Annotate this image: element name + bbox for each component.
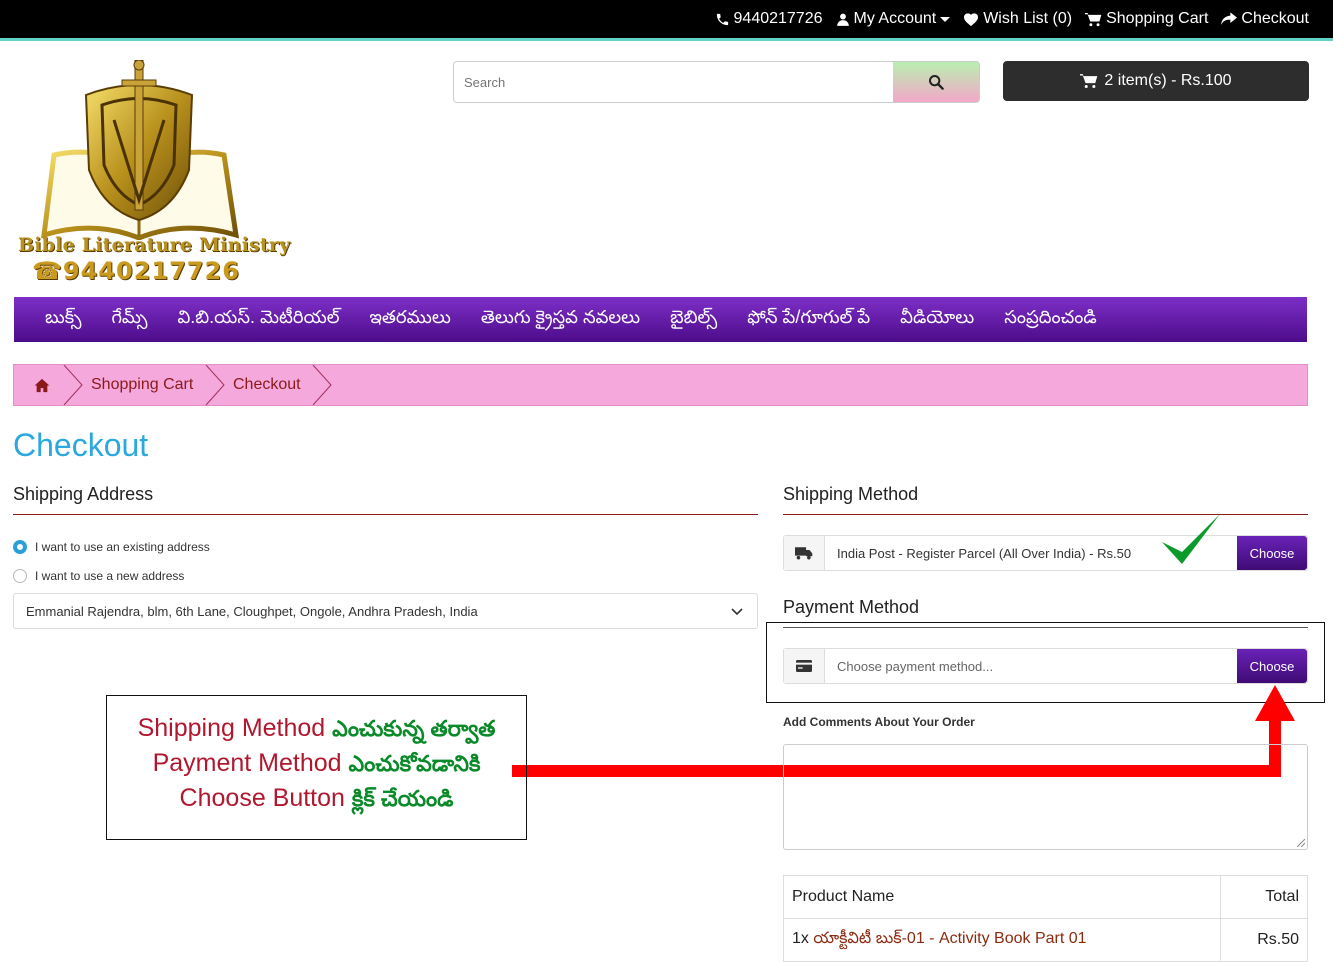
breadcrumb-checkout[interactable]: Checkout	[233, 365, 301, 405]
logo-name: Bible Literature Ministry	[18, 234, 291, 256]
existing-address-label: I want to use an existing address	[35, 540, 210, 554]
phone-number: 9440217726	[733, 10, 823, 27]
heart-icon	[964, 12, 979, 26]
wishlist-label: Wish List (0)	[983, 10, 1073, 27]
checkout-label: Checkout	[1241, 10, 1309, 27]
truck-icon	[784, 536, 825, 570]
chevron-down-icon	[731, 608, 743, 616]
nav-item-novels[interactable]: తెలుగు క్రైస్తవ నవలలు	[481, 307, 640, 332]
my-account-label: My Account	[853, 10, 937, 27]
logo-emblem-icon	[41, 60, 240, 240]
search-icon	[929, 75, 944, 90]
new-address-option[interactable]: I want to use a new address	[13, 569, 184, 583]
page-title: Checkout	[13, 427, 149, 463]
phone-icon	[716, 13, 728, 25]
shipping-address-divider	[13, 514, 758, 515]
checkmark-icon	[1162, 514, 1220, 564]
nav-item-others[interactable]: ఇతరములు	[370, 307, 451, 332]
nav-item-bibles[interactable]: బైబిల్స్	[670, 307, 717, 332]
top-bar: 9440217726 My Account Wish List (0) Shop…	[0, 0, 1333, 41]
payment-method-group: Choose payment method... Choose	[783, 648, 1308, 684]
callout-line3-red: Choose Button	[179, 784, 345, 812]
product-name-link[interactable]: యాక్టీవిటీ బుక్-01 - Activity Book Part …	[813, 930, 1086, 947]
nav-item-games[interactable]: గేమ్స్	[111, 307, 147, 332]
product-cell: 1x యాక్టీవిటీ బుక్-01 - Activity Book Pa…	[783, 918, 1221, 962]
payment-method-divider	[783, 627, 1308, 628]
callout-line2-red: Payment Method	[152, 749, 342, 777]
address-select-value: Emmanial Rajendra, blm, 6th Lane, Clough…	[26, 603, 478, 619]
search-button[interactable]	[893, 62, 979, 102]
nav-item-books[interactable]: బుక్స్	[45, 307, 81, 332]
callout-line1-green: ఎంచుకున్న తర్వాత	[332, 716, 496, 741]
my-account-link[interactable]: My Account	[836, 10, 951, 28]
shipping-method-divider	[783, 514, 1308, 515]
wishlist-link[interactable]: Wish List (0)	[963, 10, 1072, 28]
search-input[interactable]	[454, 62, 893, 102]
credit-card-icon	[784, 649, 825, 683]
shipping-address-heading: Shipping Address	[13, 484, 154, 504]
product-total: Rs.50	[1220, 918, 1308, 962]
payment-method-placeholder[interactable]: Choose payment method...	[825, 649, 1237, 683]
cart-icon	[1080, 74, 1098, 89]
resize-handle-icon	[1297, 839, 1305, 847]
cart-icon	[1085, 12, 1102, 26]
nav-item-vbs-material[interactable]: వి.బి.యస్. మెటీరియల్	[178, 307, 340, 332]
shipping-method-group: India Post - Register Parcel (All Over I…	[783, 535, 1308, 571]
search-bar	[453, 61, 980, 103]
cart-summary: 2 item(s) - Rs.100	[1104, 72, 1232, 89]
shopping-cart-label: Shopping Cart	[1106, 10, 1209, 27]
callout-line2-green: ఎంచుకోవడానికి	[348, 751, 481, 776]
logo-phone: ☎9440217726	[32, 257, 240, 285]
nav-item-videos[interactable]: వీడియోలు	[900, 307, 974, 332]
home-icon	[34, 378, 50, 392]
header-product-name: Product Name	[783, 875, 1221, 919]
instruction-callout: Shipping Method ఎంచుకున్న తర్వాత Payment…	[106, 695, 527, 840]
comments-label: Add Comments About Your Order	[783, 715, 975, 729]
phone-link[interactable]: 9440217726	[715, 10, 823, 28]
user-icon	[836, 13, 849, 26]
product-qty: 1x	[792, 930, 809, 947]
shopping-cart-link[interactable]: Shopping Cart	[1085, 10, 1208, 28]
caret-down-icon	[940, 17, 951, 22]
main-nav: బుక్స్ గేమ్స్ వి.బి.యస్. మెటీరియల్ ఇతరము…	[14, 297, 1307, 342]
new-address-radio[interactable]	[13, 569, 27, 583]
choose-shipping-button[interactable]: Choose	[1237, 536, 1307, 570]
breadcrumb: Shopping Cart Checkout	[13, 364, 1308, 406]
comments-textarea[interactable]	[783, 744, 1308, 850]
shipping-method-heading: Shipping Method	[783, 484, 919, 504]
callout-line1-red: Shipping Method	[137, 714, 326, 742]
table-row: 1x యాక్టీవిటీ బుక్-01 - Activity Book Pa…	[783, 918, 1308, 962]
choose-payment-button[interactable]: Choose	[1237, 649, 1307, 683]
breadcrumb-home[interactable]	[34, 365, 50, 405]
table-header-row: Product Name Total	[783, 875, 1308, 919]
nav-item-phonepe[interactable]: ఫోన్ పే/గూగుల్ పే	[747, 307, 870, 332]
new-address-label: I want to use a new address	[35, 569, 185, 583]
header-total: Total	[1220, 875, 1308, 919]
address-select[interactable]: Emmanial Rajendra, blm, 6th Lane, Clough…	[13, 593, 758, 629]
payment-method-heading: Payment Method	[783, 597, 920, 617]
callout-line3-green: క్లిక్ చేయండి	[351, 786, 454, 811]
existing-address-radio[interactable]	[13, 540, 27, 554]
nav-item-contact[interactable]: సంప్రదించండి	[1004, 307, 1097, 332]
cart-button[interactable]: 2 item(s) - Rs.100	[1003, 61, 1309, 101]
existing-address-option[interactable]: I want to use an existing address	[13, 540, 210, 554]
site-logo[interactable]: Bible Literature Ministry ☎9440217726	[14, 60, 290, 285]
share-icon	[1221, 12, 1238, 25]
checkout-link[interactable]: Checkout	[1221, 10, 1309, 28]
order-table: Product Name Total 1x యాక్టీవిటీ బుక్-01…	[783, 875, 1308, 962]
breadcrumb-shopping-cart[interactable]: Shopping Cart	[91, 365, 193, 405]
